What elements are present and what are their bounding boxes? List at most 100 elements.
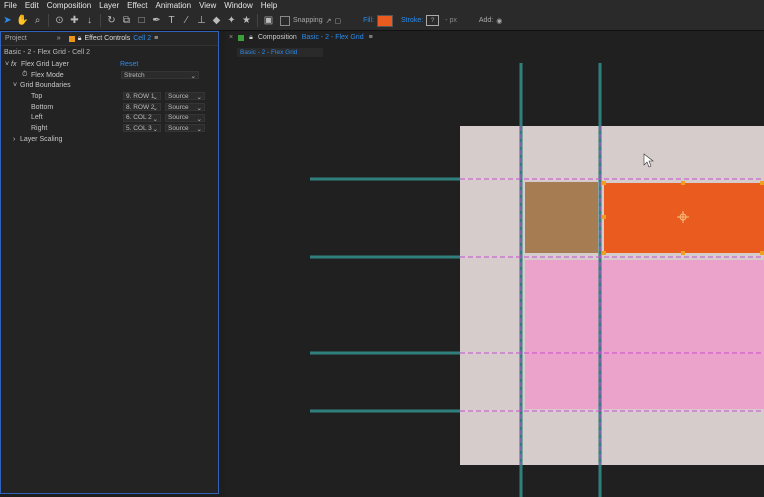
boundary-source: Source xyxy=(168,103,189,111)
add-label: Add: xyxy=(478,17,494,24)
eraser-tool-icon[interactable]: ◆ xyxy=(209,13,224,28)
lock-icon: 🔒︎ xyxy=(249,33,253,41)
label-color-icon xyxy=(238,34,245,41)
panel-menu-icon[interactable]: ≡ xyxy=(369,34,373,41)
layer-scaling-row: › Layer Scaling xyxy=(1,134,218,145)
boundary-label: Top xyxy=(31,92,43,100)
chevron-down-icon: ⌄ xyxy=(190,73,196,81)
fill-color-swatch[interactable] xyxy=(376,14,393,27)
menu-animation[interactable]: Animation xyxy=(151,1,195,10)
layer-scaling-label: Layer Scaling xyxy=(20,135,63,143)
hand-tool-icon[interactable]: ✋ xyxy=(15,13,30,28)
chevron-down-icon: ⌄ xyxy=(152,115,158,123)
anchor-tool-icon[interactable]: ⧉ xyxy=(119,13,134,28)
align-icon[interactable]: ▣ xyxy=(261,13,276,28)
stroke-color-swatch[interactable]: ? xyxy=(426,15,440,26)
comp-tab-name[interactable]: Basic - 2 - Flex Grid xyxy=(302,34,364,41)
boundary-source: Source xyxy=(168,92,189,100)
grid-boundaries-row: ˅ Grid Boundaries xyxy=(1,80,218,91)
comp-subtab[interactable]: Basic - 2 - Flex Grid xyxy=(237,48,323,57)
boundary-row-top: Top 9. ROW 1 ⌄ Source ⌄ xyxy=(1,91,218,102)
menu-layer[interactable]: Layer xyxy=(95,1,123,10)
expand-icon[interactable]: › xyxy=(13,136,15,143)
menu-file[interactable]: File xyxy=(0,1,21,10)
menu-effect[interactable]: Effect xyxy=(123,1,151,10)
selection-tool-icon[interactable]: ➤ xyxy=(0,13,15,28)
boundary-row-left: Left 6. COL 2 ⌄ Source ⌄ xyxy=(1,112,218,123)
snap-frame-icon: ▢ xyxy=(334,17,342,25)
fx-icon[interactable]: fx xyxy=(11,61,16,68)
type-tool-icon[interactable]: T xyxy=(164,13,179,28)
stopwatch-icon[interactable]: ⏱︎ xyxy=(22,71,27,79)
add-menu[interactable]: Add: ◉ xyxy=(479,17,503,25)
breadcrumb: Basic - 2 - Flex Grid - Cell 2 xyxy=(4,49,90,56)
boundary-value: 9. ROW 1 xyxy=(126,92,155,100)
toolbar: ➤ ✋ ⌕ ⊙ ✚ ↓ ↻ ⧉ □ ✒ T ∕ ⊥ ◆ ✦ ★ ▣ Snappi… xyxy=(0,11,764,31)
boundary-source-dropdown[interactable]: Source ⌄ xyxy=(165,92,205,102)
shape-tool-icon[interactable]: □ xyxy=(134,13,149,28)
boundary-value: 8. ROW 2 xyxy=(126,103,155,111)
menu-edit[interactable]: Edit xyxy=(21,1,43,10)
brush-tool-icon[interactable]: ∕ xyxy=(179,13,194,28)
snapping-checkbox[interactable] xyxy=(280,15,290,26)
stroke-width-value[interactable]: - px xyxy=(445,17,457,24)
pen-tool-icon[interactable]: ✒ xyxy=(149,13,164,28)
chevron-down-icon: ⌄ xyxy=(196,126,202,134)
effect-row: ˅ fx Flex Grid Layer Reset xyxy=(1,59,218,70)
orbit-camera-icon[interactable]: ⊙ xyxy=(52,13,67,28)
boundary-layer-dropdown[interactable]: 8. ROW 2 ⌄ xyxy=(123,103,161,112)
toolbar-divider xyxy=(100,14,101,27)
boundary-label: Bottom xyxy=(31,103,54,111)
boundary-source: Source xyxy=(168,124,189,132)
rotate-tool-icon[interactable]: ↻ xyxy=(104,13,119,28)
chevron-down-icon: ⌄ xyxy=(196,105,202,113)
effect-name: Flex Grid Layer xyxy=(21,60,69,68)
menu-view[interactable]: View xyxy=(195,1,220,10)
add-circle-icon: ◉ xyxy=(496,17,503,25)
close-icon[interactable]: × xyxy=(229,34,233,41)
tab-effect-controls[interactable]: 🔒︎ Effect Controls Cell 2 ≡ xyxy=(65,35,163,43)
chevron-down-icon: ⌄ xyxy=(152,94,158,102)
tab-project[interactable]: Project xyxy=(1,35,31,42)
stroke-label[interactable]: Stroke: xyxy=(401,17,423,24)
panel-tabs: Project » 🔒︎ Effect Controls Cell 2 ≡ xyxy=(1,32,218,46)
fill-label[interactable]: Fill: xyxy=(363,17,374,24)
chevron-down-icon: ⌄ xyxy=(196,94,202,102)
boundary-value: 6. COL 2 xyxy=(126,114,152,122)
zoom-tool-icon[interactable]: ⌕ xyxy=(30,13,45,28)
boundary-layer-dropdown[interactable]: 5. COL 3 ⌄ xyxy=(123,124,161,133)
pan-camera-icon[interactable]: ✚ xyxy=(67,13,82,28)
tab-project-label: Project xyxy=(5,35,27,42)
clone-stamp-icon[interactable]: ⊥ xyxy=(194,13,209,28)
panel-menu-icon[interactable]: ≡ xyxy=(154,35,158,42)
tab-layer-name: Cell 2 xyxy=(133,35,152,42)
reset-link[interactable]: Reset xyxy=(120,61,138,68)
flex-mode-label: Flex Mode xyxy=(31,71,64,79)
collapse-icon[interactable]: ˅ xyxy=(5,61,9,68)
tab-menu-icon[interactable]: » xyxy=(53,35,65,42)
flex-mode-dropdown[interactable]: Stretch ⌄ xyxy=(121,71,199,81)
label-color-icon xyxy=(68,35,75,42)
effect-controls-panel: Project » 🔒︎ Effect Controls Cell 2 ≡ Ba… xyxy=(0,31,219,494)
comp-tab-bar: × 🔒︎ Composition Basic - 2 - Flex Grid ≡ xyxy=(225,31,764,44)
roto-brush-icon[interactable]: ✦ xyxy=(224,13,239,28)
boundary-layer-dropdown[interactable]: 9. ROW 1 ⌄ xyxy=(123,92,161,102)
menu-bar: File Edit Composition Layer Effect Anima… xyxy=(0,0,764,11)
comp-tab-prefix[interactable]: Composition xyxy=(258,34,297,41)
menu-composition[interactable]: Composition xyxy=(43,1,95,10)
boundary-label: Right xyxy=(31,124,48,132)
puppet-pin-icon[interactable]: ★ xyxy=(239,13,254,28)
boundary-source-dropdown[interactable]: Source ⌄ xyxy=(165,103,205,113)
lock-icon: 🔒︎ xyxy=(77,34,82,42)
collapse-icon[interactable]: ˅ xyxy=(13,82,17,89)
menu-window[interactable]: Window xyxy=(220,1,256,10)
boundary-row-right: Right 5. COL 3 ⌄ Source ⌄ xyxy=(1,123,218,134)
composition-panel: × 🔒︎ Composition Basic - 2 - Flex Grid ≡… xyxy=(225,31,764,497)
snapping-toggle[interactable]: Snapping ↗ ▢ xyxy=(280,15,342,26)
boundary-source-dropdown[interactable]: Source ⌄ xyxy=(165,124,205,134)
dolly-camera-icon[interactable]: ↓ xyxy=(82,13,97,28)
menu-help[interactable]: Help xyxy=(257,1,281,10)
boundary-source-dropdown[interactable]: Source ⌄ xyxy=(165,113,205,123)
boundary-layer-dropdown[interactable]: 6. COL 2 ⌄ xyxy=(123,113,161,123)
boundary-row-bottom: Bottom 8. ROW 2 ⌄ Source ⌄ xyxy=(1,102,218,113)
